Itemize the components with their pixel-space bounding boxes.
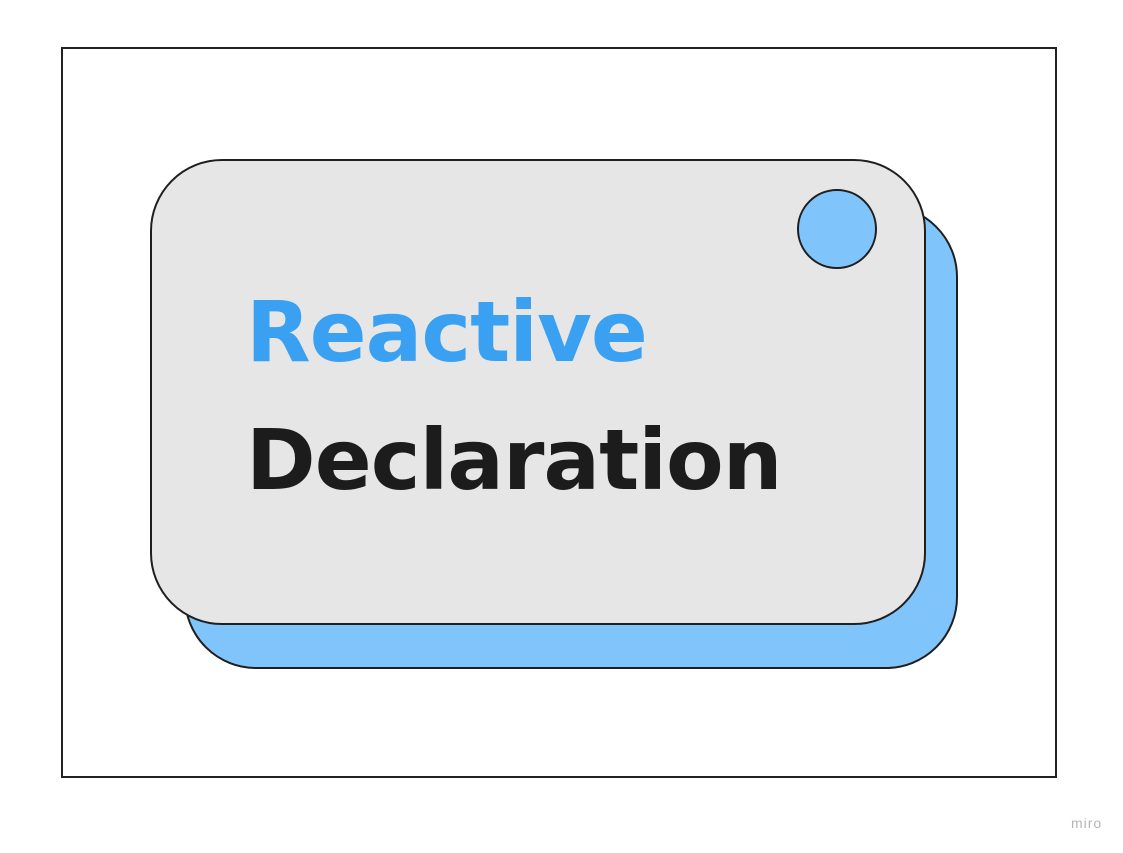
title-line-reactive: Reactive bbox=[246, 283, 648, 381]
circle-dot bbox=[797, 189, 877, 269]
title-line-declaration: Declaration bbox=[246, 411, 783, 509]
miro-watermark: miro bbox=[1071, 815, 1103, 831]
